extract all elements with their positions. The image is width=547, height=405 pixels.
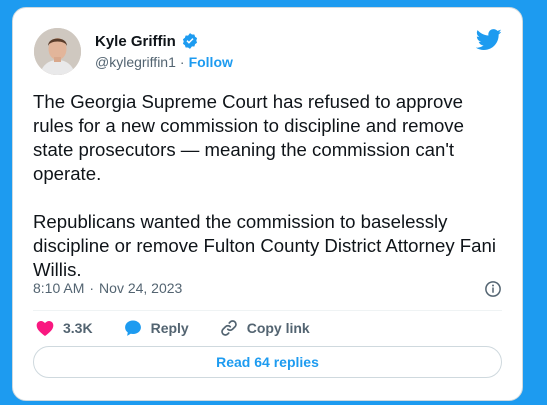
separator-dot: ·: [89, 280, 95, 296]
copy-link-button[interactable]: Copy link: [219, 318, 310, 338]
follow-button[interactable]: Follow: [189, 54, 233, 70]
separator-dot: ·: [179, 54, 185, 70]
verified-badge-icon: [182, 33, 197, 49]
reply-bubble-icon: [124, 320, 141, 336]
reply-label: Reply: [150, 320, 189, 336]
tweet-text: The Georgia Supreme Court has refused to…: [33, 90, 503, 282]
tweet-card: Kyle Griffin @kylegriffin1 · Follow The …: [12, 7, 523, 401]
like-count: 3.3K: [63, 320, 93, 336]
read-replies-button[interactable]: Read 64 replies: [33, 346, 502, 378]
author-handle-row: @kylegriffin1 · Follow: [95, 54, 233, 70]
heart-icon: [36, 321, 54, 336]
tweet-timestamp[interactable]: 8:10 AM · Nov 24, 2023: [33, 280, 182, 296]
reply-button[interactable]: Reply: [123, 318, 189, 338]
avatar[interactable]: [34, 28, 81, 75]
tweet-date[interactable]: Nov 24, 2023: [99, 280, 182, 296]
author-name[interactable]: Kyle Griffin: [95, 33, 176, 50]
author-handle[interactable]: @kylegriffin1: [95, 54, 176, 70]
twitter-bird-icon[interactable]: [476, 29, 502, 51]
tweet-paragraph: Republicans wanted the commission to bas…: [33, 211, 496, 280]
info-icon[interactable]: [484, 280, 502, 298]
action-bar: 3.3K Reply Copy link: [35, 318, 340, 338]
author-name-row: Kyle Griffin: [95, 32, 199, 50]
divider: [33, 310, 502, 311]
tweet-time[interactable]: 8:10 AM: [33, 280, 84, 296]
copy-link-label: Copy link: [246, 320, 310, 336]
tweet-paragraph: The Georgia Supreme Court has refused to…: [33, 91, 464, 184]
like-button[interactable]: 3.3K: [35, 318, 93, 338]
link-icon: [220, 320, 237, 336]
